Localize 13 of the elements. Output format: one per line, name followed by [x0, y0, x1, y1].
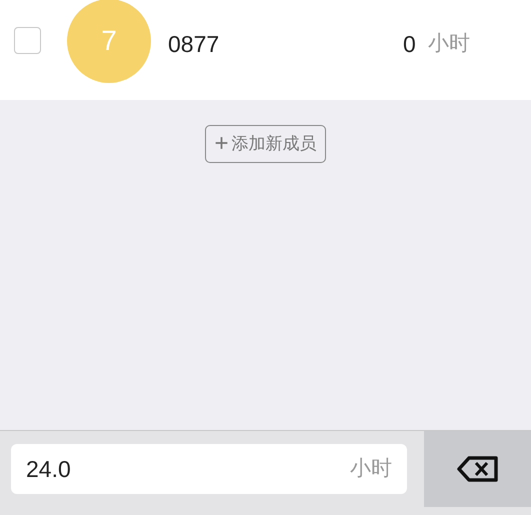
avatar: 7 — [67, 0, 151, 83]
backspace-key[interactable] — [424, 431, 531, 507]
hours-input-field[interactable]: 24.0 小时 — [11, 444, 407, 494]
backspace-icon — [456, 456, 498, 482]
hours-unit: 小时 — [428, 31, 470, 57]
checkbox[interactable] — [14, 27, 41, 54]
member-row[interactable]: 7 0877 0 小时 — [0, 0, 531, 100]
plus-icon: + — [214, 132, 228, 156]
member-name: 0877 — [168, 30, 220, 59]
add-member-button[interactable]: +添加新成员 — [205, 125, 326, 163]
input-unit: 小时 — [350, 456, 392, 482]
hours-value: 0 — [403, 30, 416, 59]
input-value: 24.0 — [26, 454, 71, 484]
